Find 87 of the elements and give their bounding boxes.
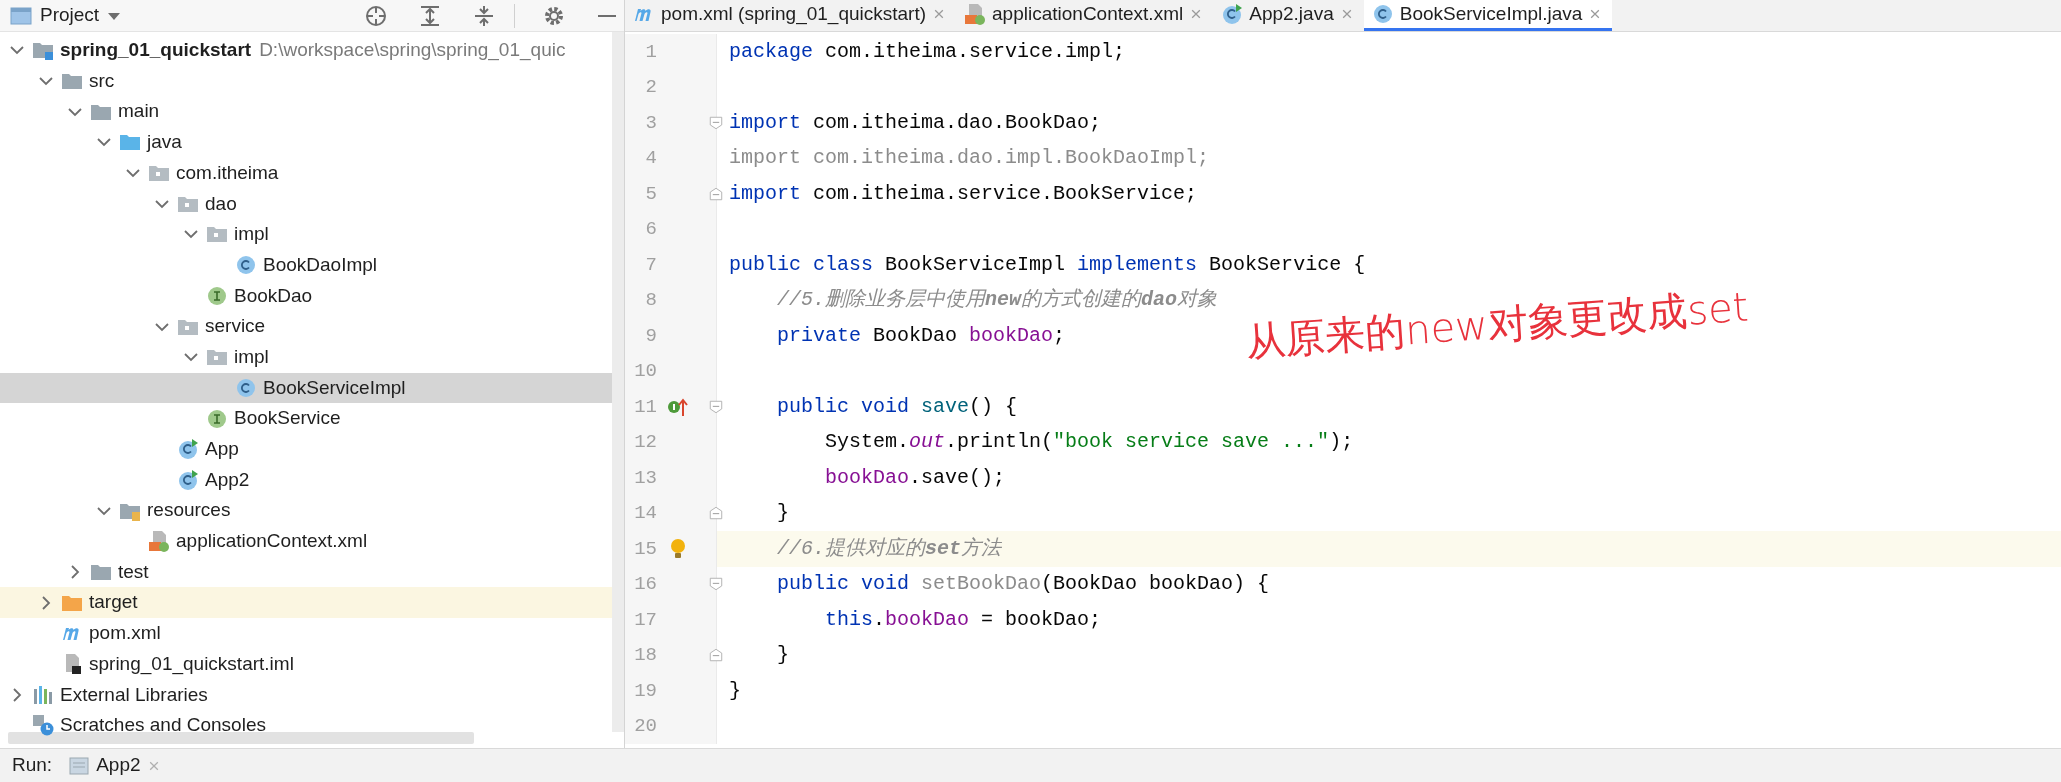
code-line: System.out.println("book service save ..."); [824,429,1354,456]
code-line: public class BookServiceImpl implements BookService { [728,251,1366,278]
editor-tab[interactable]: applicationContext.xml [956,0,1214,31]
tree-item[interactable]: spring_01_quickstart [60,36,252,65]
code-line: import com.itheima.service.BookService; [728,180,1198,207]
tree-item[interactable]: BookDaoImpl [263,250,378,280]
editor-tab[interactable]: pom.xml (spring_01_quickstart) [625,0,957,31]
code-line: } [776,500,789,527]
line-number: 19 [633,678,657,704]
code-line: //5.删除业务层中使用new的方式创建的dao对象 [776,287,1218,314]
code-line: public void setBookDao(BookDao bookDao) { [776,571,1270,598]
code-line: } [728,677,741,704]
tree-item[interactable]: External Libraries [60,680,208,710]
line-number: 2 [644,75,657,100]
code-line: import com.itheima.dao.impl.BookDaoImpl; [728,145,1210,172]
libraries-icon [32,683,54,706]
line-number: 5 [644,181,657,207]
line-number: 4 [644,146,657,171]
tree-item[interactable]: spring_01_quickstart.iml [89,649,294,679]
xml-file-icon [964,3,987,25]
tree-item[interactable]: resources [147,496,231,525]
tree-item[interactable]: impl [234,220,269,249]
line-number: 11 [633,394,657,420]
tree-item[interactable]: applicationContext.xml [176,527,368,556]
horizontal-scrollbar[interactable] [8,732,474,744]
line-number: 16 [633,572,657,597]
class-icon [235,254,257,277]
runnable-class-icon [177,438,199,461]
interface-icon [206,284,228,307]
tree-item[interactable]: BookService [234,404,341,433]
tree-item[interactable]: App2 [205,465,250,495]
line-number: 20 [633,714,657,739]
code-line: //6.提供对应的set方法 [776,535,1002,562]
xml-file-icon [148,530,170,553]
handwritten-annotation: 从原来的new对象更改成set [1243,282,1751,367]
line-number: 9 [644,323,657,349]
line-number: 14 [633,501,657,526]
line-number: 18 [633,643,657,668]
tree-item[interactable]: java [147,128,182,157]
tree-item[interactable]: impl [234,342,269,372]
line-number: 8 [644,288,657,313]
line-number: 6 [644,217,657,242]
line-number: 10 [633,359,657,384]
code-line: public void save() { [776,393,1018,420]
tree-item[interactable]: main [118,97,160,126]
tree-item[interactable]: test [118,557,149,587]
tree-item[interactable]: service [205,312,266,341]
tree-item[interactable]: pom.xml [89,619,161,648]
line-number: 3 [644,110,657,136]
line-number: 7 [644,252,657,278]
tree-item[interactable]: BookDao [234,281,313,311]
project-icon [10,5,32,26]
editor-tab[interactable]: BookServiceImpl.java [1363,0,1613,31]
expand-all-icon[interactable] [418,3,442,28]
tree-item[interactable]: com.itheima [176,158,279,188]
line-number: 17 [633,607,657,633]
class-icon [235,376,257,399]
panel-title[interactable]: Project [40,1,100,30]
editor-tab[interactable]: App2.java [1213,0,1364,31]
vertical-scrollbar[interactable] [612,32,624,732]
run-tab[interactable]: App2 [62,751,167,780]
locate-icon[interactable] [364,3,388,28]
line-number: 15 [633,536,657,562]
scratches-icon [32,714,54,737]
code-line: } [776,642,789,669]
collapse-all-icon[interactable] [472,3,496,28]
dropdown-icon[interactable] [107,10,122,21]
tree-item[interactable]: src [89,66,115,96]
console-icon [68,754,91,777]
tree-item[interactable]: App [205,435,239,464]
line-number: 13 [633,465,657,491]
class-icon [1371,3,1394,25]
code-line: bookDao.save(); [824,464,1006,491]
code-line: this.bookDao = bookDao; [824,606,1102,633]
tree-item[interactable]: target [89,588,138,617]
tree-item[interactable]: Scratches and Consoles [60,711,266,740]
run-label: Run: [12,753,53,778]
tree-item[interactable]: dao [205,189,237,219]
code-line: import com.itheima.dao.BookDao; [728,109,1102,136]
line-number: 12 [633,430,657,455]
code-line: private BookDao bookDao; [776,322,1066,349]
path-hint: D:\workspace\spring\spring_01_quic [259,38,566,63]
runnable-class-icon [177,468,199,491]
code-line: package com.itheima.service.impl; [728,38,1126,65]
runnable-class-icon [1221,3,1244,25]
interface-icon [206,407,228,430]
line-number: 1 [644,39,657,65]
